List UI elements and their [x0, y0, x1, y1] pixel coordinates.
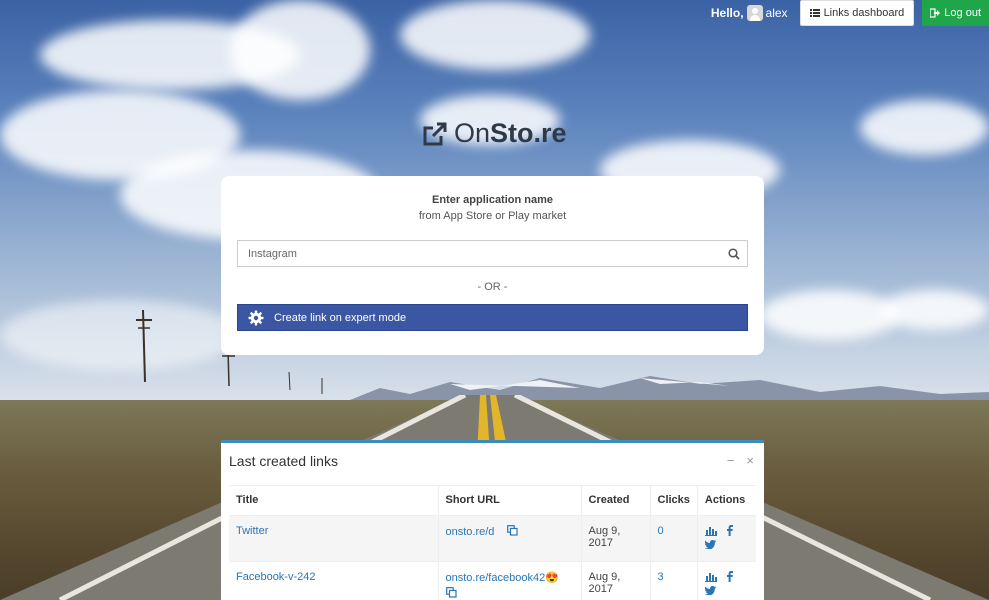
table-row: Facebook-v-242 onsto.re/facebook42😍 Aug … — [229, 561, 756, 600]
logout-button[interactable]: Log out — [922, 0, 989, 26]
sign-out-icon — [930, 8, 941, 18]
links-table: Title Short URL Created Clicks Actions T… — [229, 485, 756, 600]
gear-icon — [238, 310, 274, 326]
cell-short-url: onsto.re/d — [437, 515, 581, 562]
cell-created: Aug 9, 2017 — [580, 561, 650, 600]
search-subheading: from App Store or Play market — [418, 210, 567, 222]
table-row: Twitter onsto.re/d Aug 9, 2017 0 — [229, 515, 756, 562]
or-divider: - OR - — [477, 281, 508, 293]
logo-text-light: On — [454, 118, 491, 148]
avatar — [746, 5, 763, 21]
cell-actions — [696, 515, 756, 562]
links-dashboard-label: Links dashboard — [823, 7, 905, 19]
copy-icon[interactable] — [507, 525, 519, 539]
username: alex — [765, 6, 788, 20]
cell-clicks: 0 — [649, 515, 698, 562]
search-box — [237, 240, 748, 267]
panel-title: Last created links — [229, 453, 338, 469]
close-icon[interactable]: × — [746, 453, 754, 468]
user-greeting: Hello, alex — [711, 5, 788, 21]
cell-title: Twitter — [229, 515, 438, 562]
clicks-count[interactable]: 0 — [658, 525, 664, 537]
bar-chart-icon[interactable] — [704, 572, 717, 582]
links-dashboard-button[interactable]: Links dashboard — [799, 0, 915, 26]
expert-mode-label: Create link on expert mode — [274, 311, 407, 324]
logo-text-bold: Sto.re — [490, 118, 567, 148]
facebook-icon[interactable] — [726, 525, 733, 536]
panel-tools: − × — [727, 453, 754, 468]
search-card: Enter application name from App Store or… — [221, 176, 764, 355]
cell-clicks: 3 — [649, 561, 698, 600]
link-title[interactable]: Facebook-v-242 — [236, 571, 316, 583]
clicks-count[interactable]: 3 — [658, 571, 664, 583]
expert-mode-button[interactable]: Create link on expert mode — [237, 304, 748, 331]
copy-icon[interactable] — [445, 587, 457, 600]
cell-actions — [696, 561, 756, 600]
cell-created: Aug 9, 2017 — [580, 515, 650, 562]
twitter-icon[interactable] — [704, 586, 716, 595]
greeting-text: Hello, — [710, 6, 744, 20]
column-header-short-url: Short URL — [437, 485, 581, 516]
bar-chart-icon[interactable] — [704, 526, 717, 536]
search-heading: Enter application name — [431, 194, 554, 206]
last-created-links-panel: Last created links − × Title Short URL C… — [221, 440, 764, 600]
column-header-created: Created — [580, 485, 650, 516]
app-search-input[interactable] — [238, 241, 721, 266]
column-header-title: Title — [229, 485, 438, 516]
facebook-icon[interactable] — [726, 571, 733, 582]
short-url-link[interactable]: onsto.re/facebook42😍 — [446, 572, 559, 584]
panel-header: Last created links − × — [221, 443, 764, 479]
minimize-icon[interactable]: − — [727, 453, 735, 468]
short-url-link[interactable]: onsto.re/d — [446, 526, 495, 538]
onstore-logo: On Sto.re — [421, 118, 567, 149]
top-bar: Hello, alex Links dashboard Log out — [711, 0, 989, 26]
logout-label: Log out — [944, 7, 981, 19]
external-link-icon — [423, 122, 447, 145]
search-icon[interactable] — [721, 247, 747, 260]
column-header-clicks: Clicks — [649, 485, 698, 516]
cell-title: Facebook-v-242 — [229, 561, 438, 600]
column-header-actions: Actions — [696, 485, 756, 516]
cell-short-url: onsto.re/facebook42😍 — [437, 561, 581, 600]
twitter-icon[interactable] — [704, 540, 716, 549]
link-title[interactable]: Twitter — [236, 525, 268, 537]
list-icon — [809, 9, 820, 17]
